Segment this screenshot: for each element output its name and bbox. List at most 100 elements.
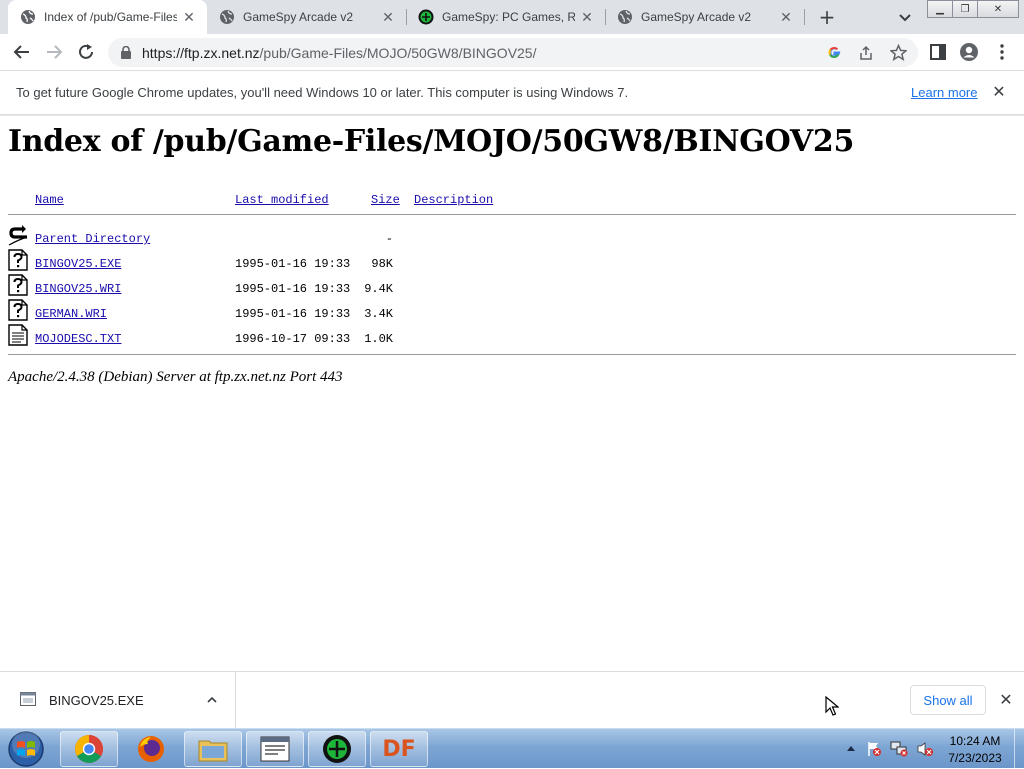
browser-toolbar: https://ftp.zx.net.nz/pub/Game-Files/MOJ… [0,34,1024,71]
taskbar-gamespy-button[interactable] [308,731,366,767]
table-row: GERMAN.WRI 1995-01-16 19:33 3.4K [0,299,1024,327]
file-modified: 1995-01-16 19:33 [235,307,351,321]
network-icon[interactable] [890,741,908,757]
file-size: 3.4K [364,307,393,321]
address-bar[interactable]: https://ftp.zx.net.nz/pub/Game-Files/MOJ… [108,38,918,67]
server-signature: Apache/2.4.38 (Debian) Server at ftp.zx.… [8,369,343,385]
lock-icon[interactable] [120,46,132,59]
bookmark-star-icon[interactable] [890,44,907,61]
file-modified: 1995-01-16 19:33 [235,257,351,271]
tab-strip: Index of /pub/Game-Files/ ✕ GameSpy Arca… [0,0,1024,34]
column-header-description[interactable]: Description [414,193,493,207]
share-icon[interactable] [858,45,874,61]
taskbar-window-button[interactable] [246,731,304,767]
new-tab-button[interactable]: + [816,6,838,28]
table-row: Parent Directory - [0,225,1024,252]
file-size: 1.0K [364,332,393,346]
tab-close-icon[interactable]: ✕ [380,9,396,25]
globe-icon [618,10,632,24]
windows-taskbar: DF 10:24 AM 7/23/2023 [0,728,1024,769]
tab-title: GameSpy Arcade v2 [243,10,354,24]
volume-muted-icon[interactable] [916,741,934,757]
show-all-button[interactable]: Show all [910,685,986,715]
google-icon[interactable] [827,45,842,60]
unknown-file-icon [8,249,28,271]
close-icon[interactable]: ✕ [991,84,1007,100]
reload-icon[interactable] [76,42,96,62]
file-size: 98K [371,257,393,271]
file-link[interactable]: GERMAN.WRI [35,307,107,321]
tab-gamespy-arcade-1[interactable]: GameSpy Arcade v2 ✕ [207,0,406,34]
unknown-file-icon [8,299,28,321]
download-item[interactable]: BINGOV25.EXE [0,672,236,729]
table-row: BINGOV25.EXE 1995-01-16 19:33 98K [0,249,1024,277]
tab-close-icon[interactable]: ✕ [579,9,595,25]
file-modified: 1996-10-17 09:33 [235,332,351,346]
tab-close-icon[interactable]: ✕ [778,9,794,25]
back-arrow-icon[interactable] [12,42,32,62]
start-orb-icon[interactable] [6,730,46,768]
file-size: - [385,232,393,246]
infobar-message: To get future Google Chrome updates, you… [16,85,629,100]
url-path: /pub/Game-Files/MOJO/50GW8/BINGOV25/ [259,45,537,61]
page-content: Index of /pub/Game-Files/MOJO/50GW8/BING… [0,116,1024,671]
divider [8,214,1016,215]
taskbar-chrome-button[interactable] [60,731,118,767]
window-app-icon [260,736,290,762]
back-folder-icon [8,225,28,246]
taskbar-explorer-button[interactable] [184,731,242,767]
tab-index-of[interactable]: Index of /pub/Game-Files/ ✕ [8,0,207,34]
action-center-flag-icon[interactable] [866,741,882,757]
minimize-button[interactable]: ▁ [927,0,953,18]
tab-title: Index of /pub/Game-Files/ [44,10,177,24]
taskbar-df-button[interactable]: DF [370,731,428,767]
download-shelf: BINGOV25.EXE Show all ✕ [0,671,1024,729]
tab-close-icon[interactable]: ✕ [181,9,197,25]
update-infobar: To get future Google Chrome updates, you… [0,71,1024,115]
globe-icon [220,10,234,24]
show-desktop-button[interactable] [1014,729,1024,769]
globe-icon [21,10,35,24]
side-panel-icon[interactable] [928,42,948,62]
tab-title: GameSpy: PC Games, Rev [442,10,575,24]
gamespy-icon [418,9,434,25]
show-hidden-icons-icon[interactable] [846,744,856,752]
chevron-down-icon[interactable] [896,8,914,26]
clock-date[interactable]: 7/23/2023 [945,751,1005,765]
column-header-name[interactable]: Name [35,193,64,207]
clock-time[interactable]: 10:24 AM [945,734,1005,748]
file-size: 9.4K [364,282,393,296]
folder-icon [198,740,228,762]
file-link[interactable]: BINGOV25.EXE [35,257,121,271]
file-link[interactable]: MOJODESC.TXT [35,332,121,346]
url-host: https://ftp.zx.net.nz [142,45,260,61]
taskbar-firefox-button[interactable] [122,731,180,767]
column-header-last-modified[interactable]: Last modified [235,193,329,207]
firefox-icon [138,736,164,762]
chevron-up-icon[interactable] [205,693,219,707]
learn-more-link[interactable]: Learn more [911,85,977,100]
profile-avatar-icon[interactable] [959,42,979,62]
tab-title: GameSpy Arcade v2 [641,10,752,24]
page-title: Index of /pub/Game-Files/MOJO/50GW8/BING… [8,124,855,159]
url-text: https://ftp.zx.net.nz/pub/Game-Files/MOJ… [142,45,537,61]
forward-arrow-icon[interactable] [44,42,64,62]
tab-separator [804,9,805,25]
file-link[interactable]: BINGOV25.WRI [35,282,121,296]
gamespy-icon [323,735,351,763]
file-modified: 1995-01-16 19:33 [235,282,351,296]
close-window-button[interactable]: ✕ [977,0,1019,18]
tab-gamespy-pc-games[interactable]: GameSpy: PC Games, Rev ✕ [406,0,605,34]
divider [8,354,1016,355]
df-icon: DF [382,736,416,762]
exe-file-icon [20,692,36,706]
chrome-icon [75,735,103,763]
kebab-menu-icon[interactable] [992,42,1012,62]
restore-button[interactable]: ❐ [952,0,978,18]
table-row: BINGOV25.WRI 1995-01-16 19:33 9.4K [0,274,1024,302]
close-icon[interactable]: ✕ [998,692,1014,708]
parent-directory-link[interactable]: Parent Directory [35,232,150,246]
column-header-size[interactable]: Size [371,193,400,207]
unknown-file-icon [8,274,28,296]
tab-gamespy-arcade-2[interactable]: GameSpy Arcade v2 ✕ [605,0,804,34]
